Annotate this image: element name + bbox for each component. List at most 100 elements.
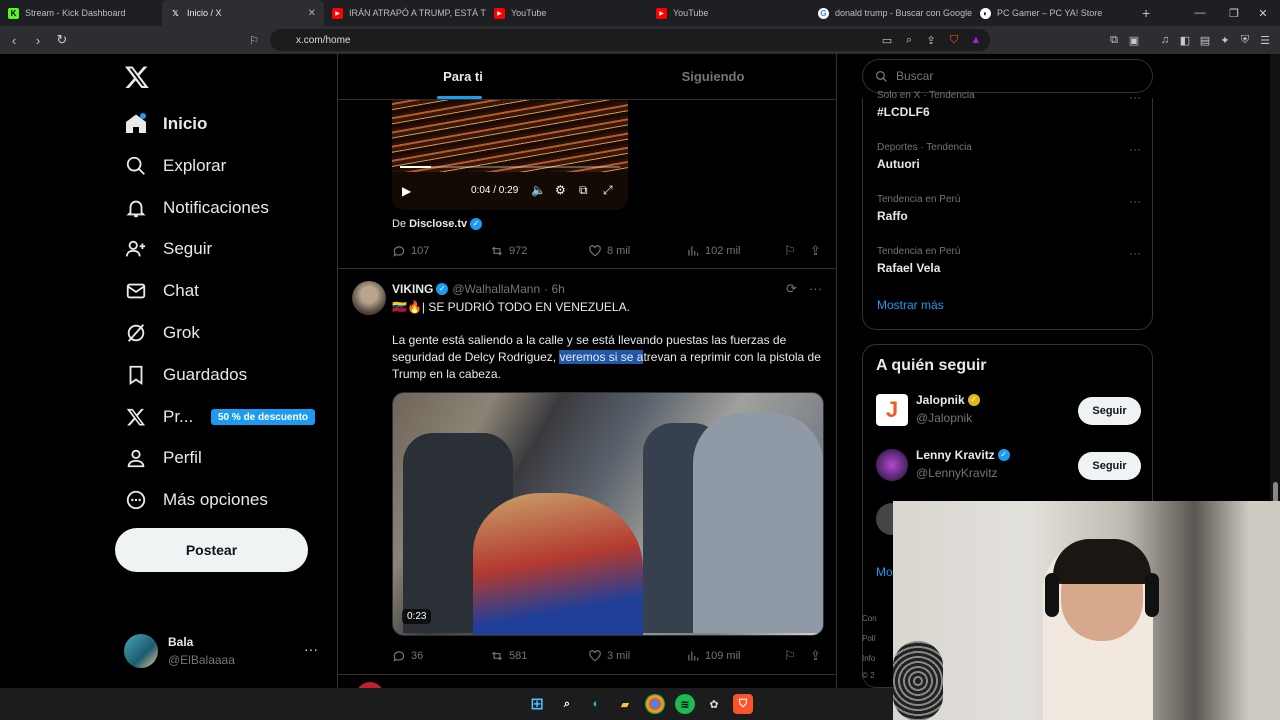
bookmark-icon[interactable]: ⚐ xyxy=(247,33,261,47)
brave-shield-icon[interactable]: ⛉ xyxy=(947,33,961,47)
volume-icon[interactable]: 🔈 xyxy=(531,183,546,197)
source-link[interactable]: Disclose.tv xyxy=(409,218,467,230)
forward-button[interactable]: › xyxy=(28,30,48,50)
x-logo[interactable] xyxy=(124,64,150,90)
trend-item[interactable]: Tendencia en Perú Raffo ··· xyxy=(877,194,1147,223)
grok-icon[interactable]: ⟳ xyxy=(786,281,797,297)
browser-tab[interactable]: ▶ YouTube xyxy=(648,0,810,26)
nav-more-options[interactable]: Más opciones xyxy=(124,484,268,516)
more-icon[interactable]: ··· xyxy=(809,281,822,297)
browser-tab[interactable]: K Stream - Kick Dashboard xyxy=(0,0,162,26)
spotify-icon[interactable]: ≋ xyxy=(675,694,695,714)
footer-link[interactable]: Polí xyxy=(862,634,876,643)
folder-icon[interactable]: ▰ xyxy=(615,694,635,714)
back-button[interactable]: ‹ xyxy=(4,30,24,50)
more-icon[interactable]: ··· xyxy=(1129,246,1141,260)
post-time[interactable]: · 6h xyxy=(544,282,565,296)
share-icon[interactable]: ⇪ xyxy=(924,33,938,47)
vpn-icon[interactable]: ⛨ xyxy=(1238,33,1252,47)
tab-for-you[interactable]: Para ti xyxy=(338,54,588,99)
nav-bookmarks[interactable]: Guardados xyxy=(124,359,247,391)
extensions-icon[interactable]: ⧉ xyxy=(1107,33,1121,47)
brave-icon[interactable]: ⛉ xyxy=(733,694,753,714)
reply-button[interactable]: 36 xyxy=(392,649,490,663)
fullscreen-icon[interactable]: ⤢ xyxy=(603,183,613,198)
nav-label: Perfil xyxy=(163,448,202,467)
bookmark-icon[interactable]: ⚐ xyxy=(784,243,796,259)
views-button[interactable]: 109 mil xyxy=(686,649,784,663)
trend-item[interactable]: Deportes · Tendencia Autuori ··· xyxy=(877,142,1147,171)
more-icon[interactable]: ··· xyxy=(304,641,318,657)
show-more-link[interactable]: Mo xyxy=(876,565,893,579)
leo-icon[interactable]: ✦ xyxy=(1218,33,1232,47)
window-close-button[interactable]: ✕ xyxy=(1246,0,1280,26)
rewards-icon[interactable]: ▲ xyxy=(969,33,983,47)
nav-grok[interactable]: Grok xyxy=(124,317,200,349)
settings-icon[interactable]: ⚙ xyxy=(555,183,566,197)
trend-item[interactable]: Tendencia en Perú Rafael Vela ··· xyxy=(877,246,1147,275)
follow-button[interactable]: Seguir xyxy=(1078,452,1141,480)
reply-button[interactable]: 107 xyxy=(392,244,490,258)
nav-home[interactable]: Inicio xyxy=(124,108,207,140)
search-icon[interactable]: ⌕ xyxy=(557,694,577,714)
windows-start-icon[interactable]: ⊞ xyxy=(527,694,547,714)
search-input[interactable]: Buscar xyxy=(862,59,1153,93)
footer-link[interactable]: Info xyxy=(862,654,875,663)
like-button[interactable]: 8 mil xyxy=(588,244,686,258)
music-icon[interactable]: ♫ xyxy=(1158,33,1172,47)
browser-tab[interactable]: ◐ PC Gamer – PC YA! Store xyxy=(972,0,1134,26)
author-name[interactable]: VIKING xyxy=(392,282,433,296)
bookmark-icon[interactable]: ⚐ xyxy=(784,648,796,664)
zoom-icon[interactable]: ⌕ xyxy=(902,33,916,47)
nav-follow[interactable]: Seguir xyxy=(124,233,212,265)
screenshot-icon[interactable]: ▣ xyxy=(1127,33,1141,47)
close-icon[interactable]: ✕ xyxy=(308,8,316,19)
nav-notifications[interactable]: Notificaciones xyxy=(124,192,269,224)
browser-tab[interactable]: ▶ YouTube xyxy=(486,0,648,26)
follow-suggestion[interactable]: Lenny Kravitz ✓ @LennyKravitz Seguir xyxy=(876,446,1141,486)
cast-icon[interactable]: ▭ xyxy=(880,33,894,47)
follow-suggestion[interactable]: J Jalopnik ✓ @Jalopnik Seguir xyxy=(876,391,1141,431)
share-icon[interactable]: ⇪ xyxy=(810,243,821,259)
repost-button[interactable]: 972 xyxy=(490,244,588,258)
play-icon[interactable]: ▶ xyxy=(402,184,411,198)
author-handle[interactable]: @WalhallaMann xyxy=(452,282,540,296)
video-frame xyxy=(473,493,643,635)
more-icon[interactable]: ··· xyxy=(1129,194,1141,208)
like-button[interactable]: 3 mil xyxy=(588,649,686,663)
video-progress[interactable] xyxy=(400,166,620,168)
show-more-link[interactable]: Mostrar más xyxy=(877,298,944,312)
reload-button[interactable]: ↻ xyxy=(52,30,72,50)
menu-icon[interactable]: ☰ xyxy=(1258,33,1272,47)
wallet-icon[interactable]: ▤ xyxy=(1198,33,1212,47)
repost-button[interactable]: 581 xyxy=(490,649,588,663)
nav-premium[interactable]: Pr... xyxy=(124,401,193,433)
nav-profile[interactable]: Perfil xyxy=(124,442,202,474)
footer-link[interactable]: Con xyxy=(862,614,877,623)
new-tab-button[interactable]: + xyxy=(1134,0,1164,26)
views-button[interactable]: 102 mil xyxy=(686,244,784,258)
sidebar-icon[interactable]: ◧ xyxy=(1178,33,1192,47)
share-icon[interactable]: ⇪ xyxy=(810,648,821,664)
browser-tab[interactable]: ▶ IRÁN ATRAPÓ A TRUMP, ESTÁ TOTAL xyxy=(324,0,486,26)
trend-item[interactable]: Solo en X · Tendencia #LCDLF6 ··· xyxy=(877,90,1147,119)
more-icon[interactable]: ··· xyxy=(1129,90,1141,104)
minimize-button[interactable]: — xyxy=(1183,0,1217,26)
video-player[interactable]: ▶ 0:04 / 0:29 🔈 ⚙ ⧉ ⤢ xyxy=(392,100,628,210)
tab-following[interactable]: Siguiendo xyxy=(588,54,836,99)
browser-tab-active[interactable]: 𝕏 Inicio / X ✕ xyxy=(162,0,324,26)
chrome-icon[interactable] xyxy=(645,694,665,714)
pip-icon[interactable]: ⧉ xyxy=(579,183,588,198)
nav-chat[interactable]: Chat xyxy=(124,275,199,307)
account-switcher[interactable]: Bala @ElBalaaaa ··· xyxy=(124,631,324,671)
post-button[interactable]: Postear xyxy=(115,528,308,572)
nav-explore[interactable]: Explorar xyxy=(124,150,226,182)
promo-badge[interactable]: 50 % de descuento xyxy=(211,409,316,425)
follow-button[interactable]: Seguir xyxy=(1078,397,1141,425)
avatar[interactable] xyxy=(352,281,386,315)
video-player[interactable]: 0:23 xyxy=(392,392,824,636)
app-icon[interactable]: ✿ xyxy=(704,694,724,714)
browser-tab[interactable]: Gdonald trump - Buscar con Google xyxy=(810,0,972,26)
more-icon[interactable]: ··· xyxy=(1129,142,1141,156)
edge-icon[interactable]: ◐ xyxy=(586,694,606,714)
